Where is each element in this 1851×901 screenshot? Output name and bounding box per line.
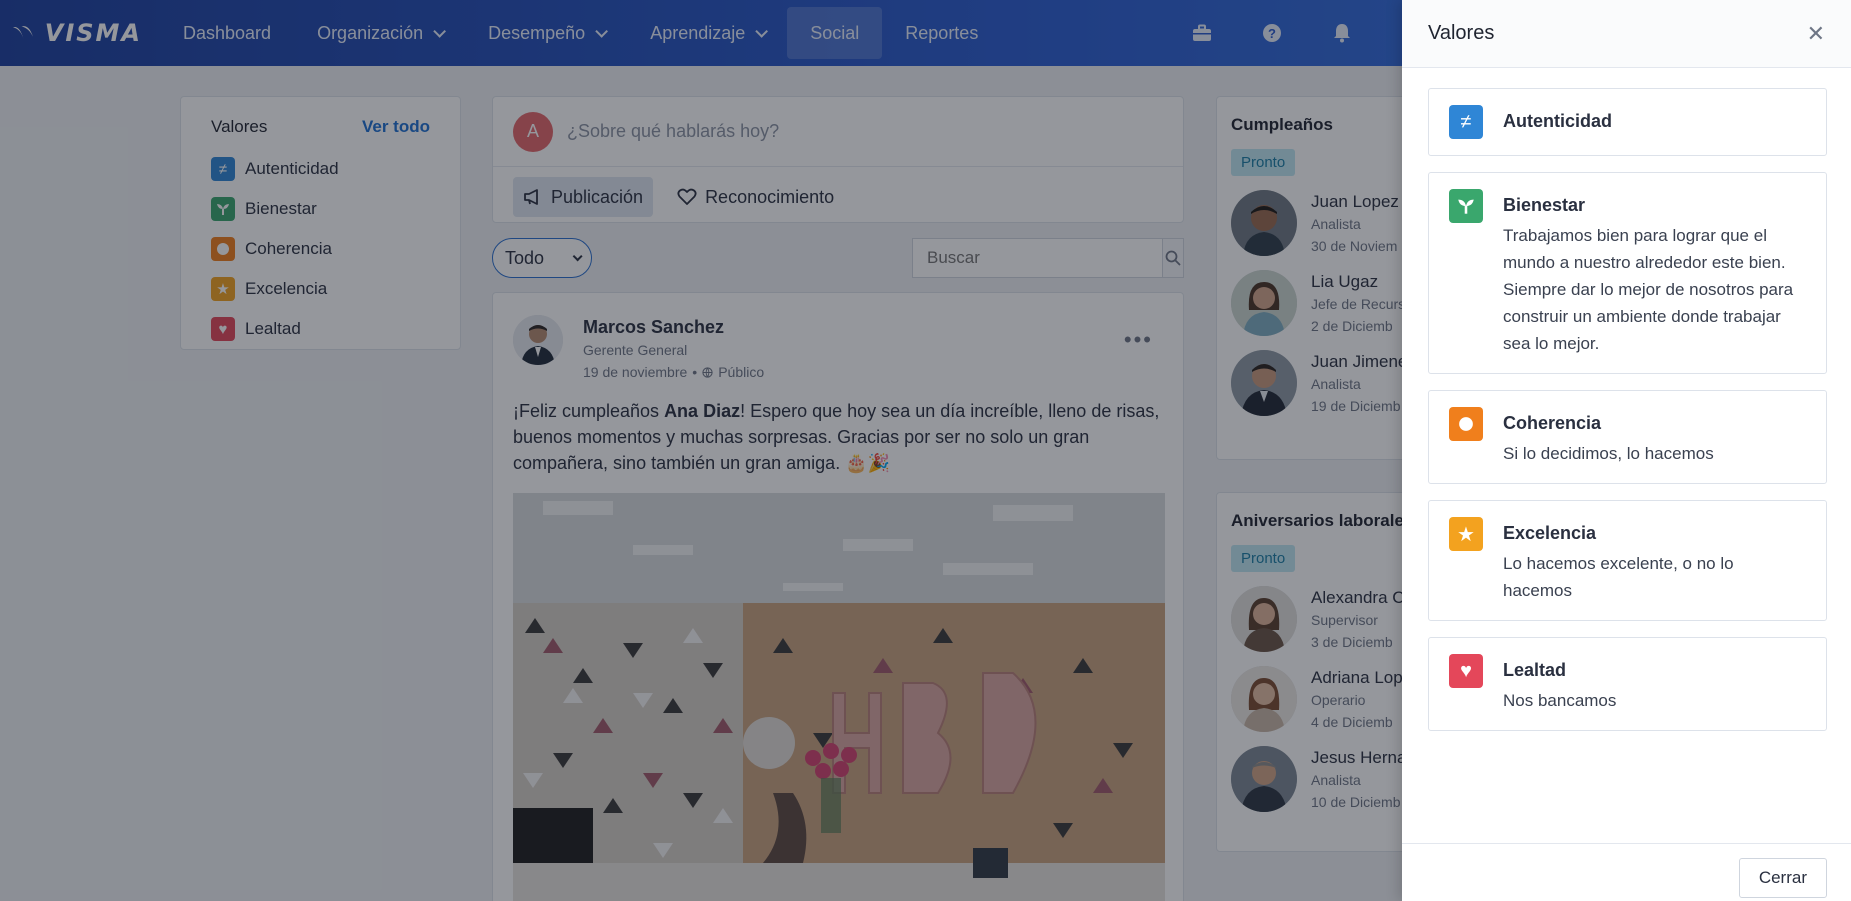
value-card-autenticidad: ≠ Autenticidad <box>1428 88 1827 156</box>
not-equal-icon: ≠ <box>1449 105 1483 139</box>
value-description: Lo hacemos excelente, o no lo hacemos <box>1503 554 1734 600</box>
value-name: Bienestar <box>1503 195 1586 215</box>
drawer-values-list: ≠ Autenticidad Bienestar Trabajamos bien … <box>1402 68 1851 731</box>
drawer-title: Valores <box>1428 22 1495 44</box>
value-name: Autenticidad <box>1503 111 1613 131</box>
heart-icon: ♥ <box>1449 654 1483 688</box>
close-icon[interactable]: ✕ <box>1807 22 1825 45</box>
value-name: Lealtad <box>1503 660 1567 680</box>
value-card-excelencia: ★ Excelencia Lo hacemos excelente, o no l… <box>1428 500 1827 621</box>
value-description: Trabajamos bien para lograr que el mundo… <box>1503 226 1794 353</box>
star-icon: ★ <box>1449 517 1483 551</box>
circle-icon <box>1449 407 1483 441</box>
values-drawer: Valores ✕ ≠ Autenticidad Bienestar Trabaj… <box>1402 0 1851 901</box>
drawer-footer: Cerrar <box>1402 843 1851 901</box>
sprout-icon <box>1449 189 1483 223</box>
value-name: Excelencia <box>1503 523 1597 543</box>
value-description: Si lo decidimos, lo hacemos <box>1503 444 1714 463</box>
close-button[interactable]: Cerrar <box>1738 858 1827 898</box>
value-description: Nos bancamos <box>1503 691 1617 710</box>
modal-backdrop[interactable] <box>0 0 1402 901</box>
value-card-coherencia: Coherencia Si lo decidimos, lo hacemos <box>1428 390 1827 484</box>
value-card-lealtad: ♥ Lealtad Nos bancamos <box>1428 637 1827 731</box>
value-name: Coherencia <box>1503 413 1602 433</box>
value-card-bienestar: Bienestar Trabajamos bien para lograr que… <box>1428 172 1827 374</box>
